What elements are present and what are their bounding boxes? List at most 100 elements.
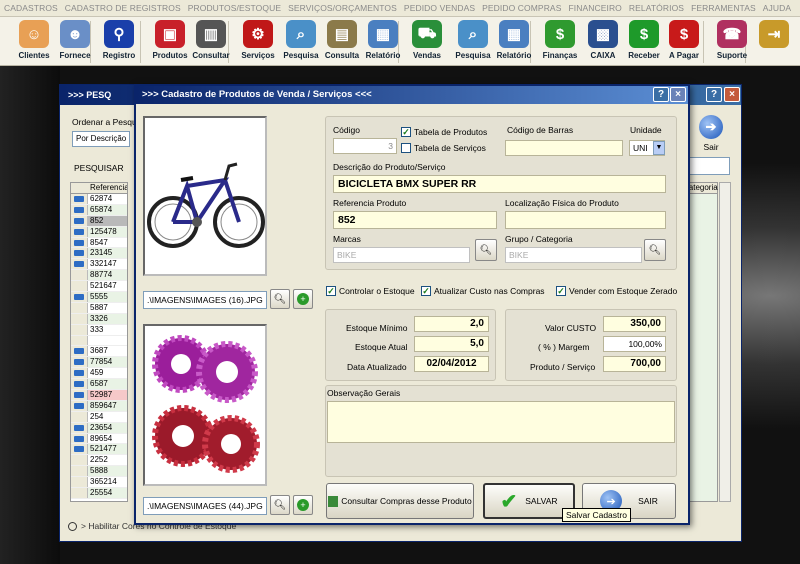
image2-search-button[interactable]: 🔍︎ — [270, 495, 290, 515]
referencia-input[interactable]: 852 — [333, 211, 497, 229]
chevron-down-icon[interactable]: ▼ — [653, 141, 665, 155]
table-row[interactable]: 333 — [71, 324, 127, 336]
localizacao-input[interactable] — [505, 211, 666, 229]
table-row[interactable]: 52987 — [71, 390, 127, 401]
table-row[interactable]: 3326 — [71, 313, 127, 325]
dialog-help-icon[interactable]: ? — [653, 87, 669, 102]
table-row[interactable]: 6587 — [71, 379, 127, 391]
grupo-input[interactable]: BIKE — [505, 247, 642, 263]
table-row[interactable]: 23145 — [71, 248, 127, 260]
observacao-textarea[interactable] — [327, 401, 675, 443]
exit-search-button[interactable]: ➔ Sair — [699, 115, 723, 152]
estoque-atual-input[interactable]: 5,0 — [414, 336, 489, 352]
descricao-input[interactable]: BICICLETA BMX SUPER RR — [333, 175, 666, 193]
column-header-referencia[interactable]: Referencia — [71, 183, 127, 194]
table-row[interactable]: 521477 — [71, 444, 127, 456]
valor-custo-label: Valor CUSTO — [545, 323, 597, 333]
marcas-search-button[interactable]: 🔍︎ — [475, 239, 497, 261]
menu-item[interactable]: AJUDA — [763, 3, 791, 13]
table-row[interactable]: 77854 — [71, 357, 127, 369]
toolbar-button-exit[interactable]: ⇥ — [752, 20, 796, 64]
radio-icon — [68, 522, 77, 532]
toolbar-button-consultar[interactable]: ▥ Consultar — [189, 20, 233, 64]
toolbar-button-fornece[interactable]: ☻ Fornece — [53, 20, 97, 64]
consultar-compras-button[interactable]: Consultar Compras desse Produto — [326, 483, 474, 519]
margem-input[interactable]: 100,00% — [603, 336, 666, 352]
table-row[interactable]: 23654 — [71, 422, 127, 434]
toolbar-button-relatrio[interactable]: ▦ Relatório — [492, 20, 536, 64]
tabela-produtos-checkbox[interactable]: ✓ Tabela de Produtos — [401, 127, 487, 137]
table-row[interactable]: 8547 — [71, 237, 127, 249]
table-row[interactable]: 332147 — [71, 259, 127, 271]
product-image-bicycle[interactable] — [143, 116, 267, 276]
grid-scrollbar[interactable] — [719, 182, 731, 502]
menu-item[interactable]: RELATÓRIOS — [629, 3, 684, 13]
toolbar-button-produtos[interactable]: ▣ Produtos — [148, 20, 192, 64]
marcas-input[interactable]: BIKE — [333, 247, 470, 263]
table-row[interactable]: 5887 — [71, 302, 127, 314]
menu-item[interactable]: SERVIÇOS/ORÇAMENTOS — [288, 3, 397, 13]
table-row[interactable]: 852 — [71, 215, 127, 227]
controlar-estoque-checkbox[interactable]: ✓ Controlar o Estoque — [326, 286, 415, 296]
toolbar-button-caixa[interactable]: ▩ CAIXA — [581, 20, 625, 64]
menu-item[interactable]: PEDIDO COMPRAS — [482, 3, 561, 13]
data-atualizado-input[interactable]: 02/04/2012 — [414, 356, 489, 372]
preco-input[interactable]: 700,00 — [603, 356, 666, 372]
dialog-close-icon[interactable]: × — [670, 87, 686, 102]
dollar-green-icon: $ — [629, 20, 659, 48]
image2-add-button[interactable]: + — [293, 495, 313, 515]
table-row[interactable]: 25554 — [71, 488, 127, 499]
table-row[interactable]: 3687 — [71, 346, 127, 358]
table-row[interactable]: 62874 — [71, 194, 127, 205]
toolbar-button-servios[interactable]: ⚙ Serviços — [236, 20, 280, 64]
barcode-input[interactable] — [505, 140, 623, 156]
image1-path-input[interactable]: .\IMAGENS\IMAGES (16).JPG — [143, 291, 267, 309]
tabela-servicos-checkbox[interactable]: Tabela de Serviços — [401, 143, 486, 153]
close-icon[interactable]: × — [724, 87, 740, 102]
toolbar-button-finanas[interactable]: $ Finanças — [538, 20, 582, 64]
table-row[interactable]: 89654 — [71, 433, 127, 445]
image1-search-button[interactable]: 🔍︎ — [270, 289, 290, 309]
table-row[interactable]: 459 — [71, 368, 127, 380]
product-image-gears[interactable] — [143, 324, 267, 486]
order-select[interactable]: Por Descrição — [72, 131, 130, 147]
toolbar-button-suporte[interactable]: ☎ Suporte — [710, 20, 754, 64]
image2-path-input[interactable]: .\IMAGENS\IMAGES (44).JPG — [143, 497, 267, 515]
toolbar-button-pesquisa[interactable]: ⌕ Pesquisa — [451, 20, 495, 64]
table-row[interactable]: 859647 — [71, 400, 127, 412]
toolbar-button-receber[interactable]: $ Receber — [622, 20, 666, 64]
toolbar-button-apagar[interactable]: $ A Pagar — [662, 20, 706, 64]
help-icon[interactable]: ? — [706, 87, 722, 102]
toolbar-button-pesquisa[interactable]: ⌕ Pesquisa — [279, 20, 323, 64]
table-row[interactable]: 365214 — [71, 477, 127, 489]
menu-item[interactable]: FERRAMENTAS — [691, 3, 756, 13]
toolbar-button-clientes[interactable]: ☺ Clientes — [12, 20, 56, 64]
image1-add-button[interactable]: + — [293, 289, 313, 309]
codigo-input[interactable]: 3 — [333, 138, 397, 154]
table-row[interactable]: 5555 — [71, 292, 127, 303]
table-row[interactable]: 254 — [71, 411, 127, 423]
atualizar-custo-checkbox[interactable]: ✓ Atualizar Custo nas Compras — [421, 286, 545, 296]
toolbar-button-relatrio[interactable]: ▦ Relatório — [361, 20, 405, 64]
menu-item[interactable]: CADASTRO DE REGISTROS — [65, 3, 181, 13]
menu-item[interactable]: PRODUTOS/ESTOQUE — [188, 3, 281, 13]
vender-zerado-checkbox[interactable]: ✓ Vender com Estoque Zerado — [556, 286, 677, 296]
menu-item[interactable]: FINANCEIRO — [568, 3, 621, 13]
valor-custo-input[interactable]: 350,00 — [603, 316, 666, 332]
results-grid[interactable]: Referencia 62874 65874 852 125478 8547 23145 3… — [70, 182, 128, 502]
table-row[interactable]: 88774 — [71, 270, 127, 282]
toolbar-button-vendas[interactable]: ⛟ Vendas — [405, 20, 449, 64]
grupo-search-button[interactable]: 🔍︎ — [644, 239, 666, 261]
table-row[interactable]: 521647 — [71, 281, 127, 293]
toolbar-button-consulta[interactable]: ▤ Consulta — [320, 20, 364, 64]
estoque-minimo-input[interactable]: 2,0 — [414, 316, 489, 332]
table-row[interactable]: 5888 — [71, 466, 127, 478]
menu-item[interactable]: CADASTROS — [4, 3, 58, 13]
menu-item[interactable]: PEDIDO VENDAS — [404, 3, 475, 13]
table-row[interactable]: 65874 — [71, 204, 127, 216]
row-referencia: 2252 — [90, 455, 108, 465]
table-row[interactable]: 2252 — [71, 455, 127, 467]
table-row[interactable]: 125478 — [71, 226, 127, 238]
table-row[interactable] — [71, 335, 127, 347]
toolbar-button-registro[interactable]: ⚲ Registro — [97, 20, 141, 64]
